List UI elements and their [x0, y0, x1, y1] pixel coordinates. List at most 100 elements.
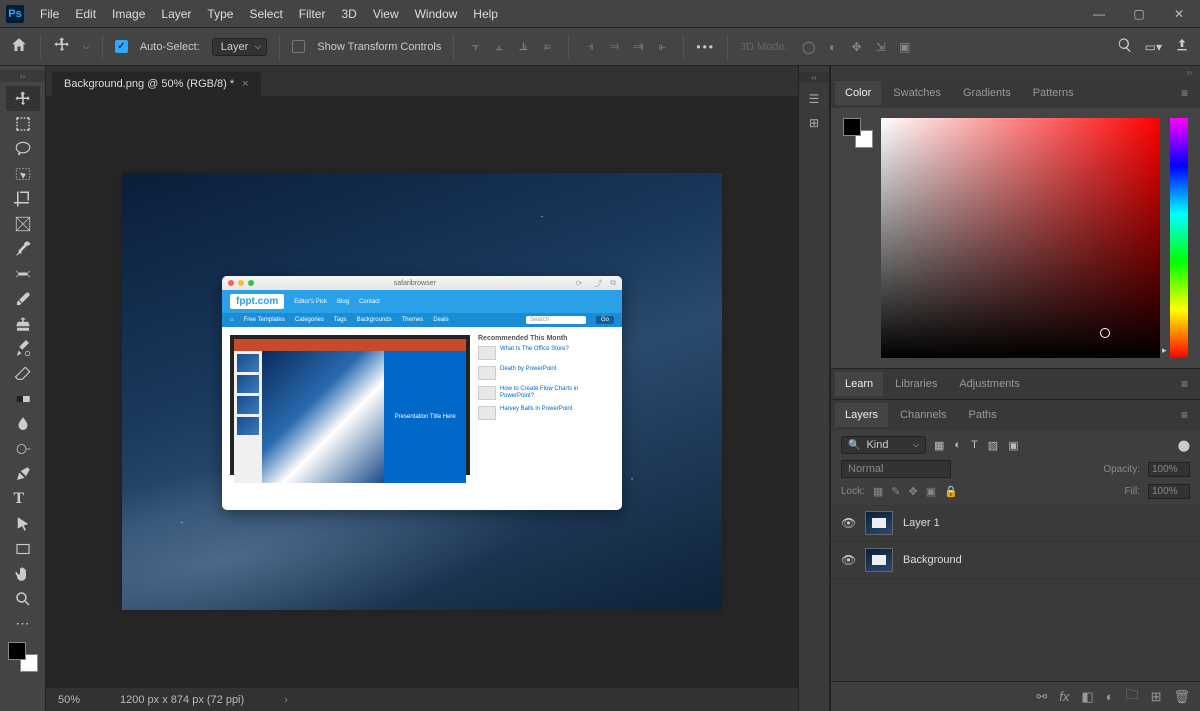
distribute-space-icon[interactable]: ⫥ — [629, 38, 647, 56]
edit-toolbar-icon[interactable]: ⋯ — [6, 611, 40, 636]
menu-select[interactable]: Select — [241, 0, 290, 27]
lasso-tool[interactable] — [6, 136, 40, 161]
layer-group-icon[interactable]: 🗀 — [1126, 686, 1139, 708]
foreground-color-swatch[interactable] — [8, 642, 26, 660]
history-panel-icon[interactable]: ☰ — [809, 92, 820, 106]
opacity-input[interactable]: 100% — [1148, 462, 1190, 477]
layer-style-icon[interactable]: fx — [1059, 689, 1069, 704]
more-options-icon[interactable]: ••• — [696, 40, 715, 54]
tab-libraries[interactable]: Libraries — [885, 372, 947, 396]
blend-mode-dropdown[interactable]: Normal — [841, 460, 951, 478]
color-picker-cursor-icon[interactable] — [1100, 328, 1110, 338]
type-tool[interactable]: T — [6, 486, 40, 511]
new-layer-icon[interactable]: ⊞ — [1151, 689, 1162, 705]
lock-artboard-icon[interactable]: ▣ — [926, 485, 936, 498]
clone-stamp-tool[interactable] — [6, 311, 40, 336]
eraser-tool[interactable] — [6, 361, 40, 386]
tool-preset-chevron-icon[interactable]: ⌵ — [83, 41, 90, 52]
status-chevron-icon[interactable]: › — [284, 694, 288, 706]
distribute-center-icon[interactable]: ⫦ — [653, 38, 671, 56]
canvas-viewport[interactable]: safaribrowser ⟳ ⤴ ⧉ fppt.com Editor's Pi… — [46, 96, 798, 687]
maximize-button[interactable]: ▢ — [1124, 7, 1154, 21]
tab-color[interactable]: Color — [835, 81, 881, 105]
tab-paths[interactable]: Paths — [959, 403, 1007, 427]
show-transform-checkbox[interactable] — [292, 40, 305, 53]
menu-window[interactable]: Window — [407, 0, 466, 27]
auto-select-checkbox[interactable]: ✓ — [115, 40, 128, 53]
status-dimensions[interactable]: 1200 px x 874 px (72 ppi) — [120, 694, 244, 706]
path-selection-tool[interactable] — [6, 511, 40, 536]
filter-smart-icon[interactable]: ▣ — [1008, 439, 1018, 452]
toolbar-collapse-icon[interactable]: ›› — [0, 70, 45, 82]
panel-menu-icon[interactable]: ≡ — [1173, 404, 1196, 426]
tab-learn[interactable]: Learn — [835, 372, 883, 396]
align-left-icon[interactable]: ⫢ — [538, 38, 556, 56]
hand-tool[interactable] — [6, 561, 40, 586]
panels-collapse-icon[interactable]: ›› — [831, 66, 1200, 78]
menu-filter[interactable]: Filter — [291, 0, 334, 27]
filter-toggle-icon[interactable]: ⬤ — [1178, 439, 1190, 452]
distribute-h-icon[interactable]: ⫣ — [581, 38, 599, 56]
status-zoom[interactable]: 50% — [58, 694, 80, 706]
distribute-v-icon[interactable]: ⫤ — [605, 38, 623, 56]
workspace-switcher-icon[interactable]: ▭▾ — [1145, 40, 1162, 54]
properties-panel-icon[interactable]: ⊞ — [809, 116, 819, 130]
foreground-background-colors[interactable] — [8, 642, 38, 672]
filter-type-icon[interactable]: T — [971, 439, 978, 452]
tab-gradients[interactable]: Gradients — [953, 81, 1021, 105]
filter-shape-icon[interactable]: ▨ — [988, 439, 998, 452]
gradient-tool[interactable] — [6, 386, 40, 411]
share-icon[interactable] — [1174, 37, 1190, 56]
layer-visibility-icon[interactable]: 👁 — [841, 516, 855, 530]
tab-adjustments[interactable]: Adjustments — [949, 372, 1030, 396]
align-vcenter-icon[interactable]: ⫠ — [490, 38, 508, 56]
menu-layer[interactable]: Layer — [153, 0, 199, 27]
menu-type[interactable]: Type — [199, 0, 241, 27]
layer-name[interactable]: Layer 1 — [903, 517, 940, 529]
layer-thumbnail[interactable] — [865, 548, 893, 572]
fill-input[interactable]: 100% — [1148, 484, 1190, 499]
brush-tool[interactable] — [6, 286, 40, 311]
lock-position-icon[interactable]: ✥ — [909, 485, 918, 498]
healing-brush-tool[interactable] — [6, 261, 40, 286]
frame-tool[interactable] — [6, 211, 40, 236]
layer-kind-filter[interactable]: 🔍 Kind ⌵ — [841, 436, 926, 454]
rectangle-tool[interactable] — [6, 536, 40, 561]
color-field[interactable] — [881, 118, 1160, 358]
auto-select-target-dropdown[interactable]: Layer — [212, 38, 268, 56]
object-selection-tool[interactable] — [6, 161, 40, 186]
menu-3d[interactable]: 3D — [333, 0, 364, 27]
document-tab[interactable]: Background.png @ 50% (RGB/8) * × — [52, 72, 261, 96]
panel-menu-icon[interactable]: ≡ — [1173, 82, 1196, 104]
tab-swatches[interactable]: Swatches — [883, 81, 951, 105]
layer-row[interactable]: 👁 Layer 1 — [831, 505, 1200, 542]
eyedropper-tool[interactable] — [6, 236, 40, 261]
layer-thumbnail[interactable] — [865, 511, 893, 535]
adjustment-layer-icon[interactable]: ◐ — [1106, 689, 1114, 704]
link-layers-icon[interactable]: ⚯ — [1036, 689, 1047, 705]
hue-slider[interactable] — [1170, 118, 1188, 358]
layer-row[interactable]: 👁 Background — [831, 542, 1200, 579]
canvas[interactable]: safaribrowser ⟳ ⤴ ⧉ fppt.com Editor's Pi… — [122, 173, 722, 610]
menu-image[interactable]: Image — [104, 0, 153, 27]
blur-tool[interactable] — [6, 411, 40, 436]
align-bottom-icon[interactable]: ⫡ — [514, 38, 532, 56]
close-button[interactable]: ✕ — [1164, 7, 1194, 21]
panel-menu-icon[interactable]: ≡ — [1173, 373, 1196, 395]
pen-tool[interactable] — [6, 461, 40, 486]
move-tool-icon[interactable] — [53, 36, 71, 57]
delete-layer-icon[interactable]: 🗑 — [1173, 689, 1190, 705]
minimize-button[interactable]: — — [1084, 7, 1114, 21]
tab-channels[interactable]: Channels — [890, 403, 956, 427]
filter-pixel-icon[interactable]: ▦ — [934, 439, 944, 452]
tab-patterns[interactable]: Patterns — [1023, 81, 1084, 105]
history-brush-tool[interactable] — [6, 336, 40, 361]
layer-name[interactable]: Background — [903, 554, 962, 566]
menu-edit[interactable]: Edit — [67, 0, 104, 27]
align-top-icon[interactable]: ⫟ — [466, 38, 484, 56]
close-document-icon[interactable]: × — [242, 78, 248, 90]
dodge-tool[interactable] — [6, 436, 40, 461]
menu-view[interactable]: View — [365, 0, 407, 27]
layer-visibility-icon[interactable]: 👁 — [841, 553, 855, 567]
lock-transparent-icon[interactable]: ▦ — [873, 485, 883, 498]
